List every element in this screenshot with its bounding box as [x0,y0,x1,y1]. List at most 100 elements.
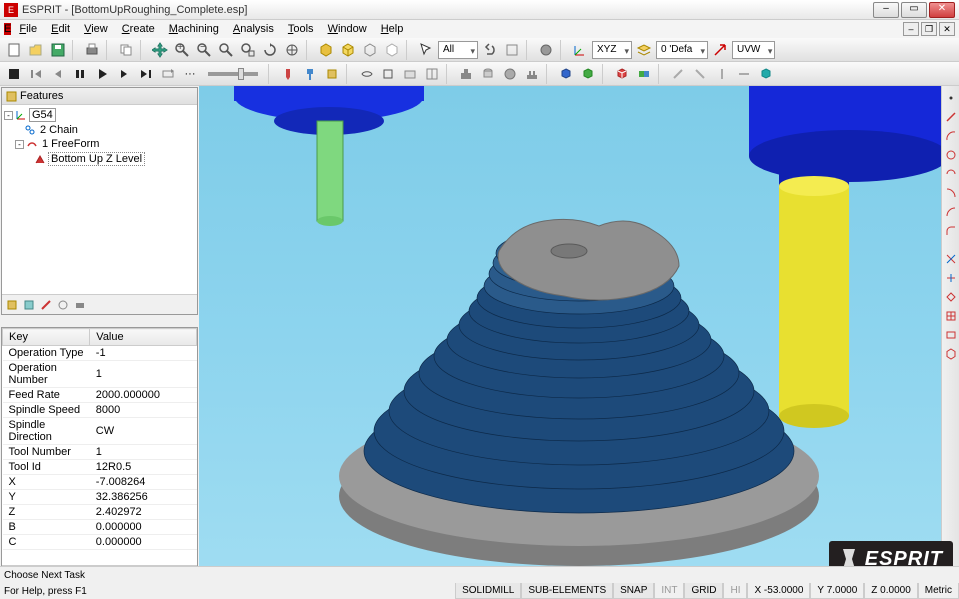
arc4-icon[interactable] [943,204,959,220]
maximize-button[interactable]: ▭ [901,2,927,18]
prop-row[interactable]: Spindle Speed8000 [3,403,197,418]
loop-button[interactable] [158,64,178,84]
prop-row[interactable]: C0.000000 [3,535,197,550]
status-mode[interactable]: SOLIDMILL [455,583,521,599]
arc2-icon[interactable] [943,166,959,182]
copy-button[interactable] [116,40,136,60]
arrow-grey2-icon[interactable] [690,64,710,84]
status-int[interactable]: INT [654,583,684,599]
uvw-select[interactable]: UVW [732,41,775,59]
speed-slider[interactable] [238,68,244,80]
tree-freeform[interactable]: - 1 FreeForm [4,137,195,151]
save-button[interactable] [48,40,68,60]
view1-icon[interactable] [356,64,376,84]
cube-teal-icon[interactable] [756,64,776,84]
next-button[interactable] [114,64,134,84]
shaded-button[interactable] [316,40,336,60]
undo-button[interactable] [480,40,500,60]
pan-button[interactable] [150,40,170,60]
hidden-button[interactable] [360,40,380,60]
hex-icon[interactable] [943,346,959,362]
arrow-grey4-icon[interactable] [734,64,754,84]
menu-tools[interactable]: Tools [282,22,320,36]
stop-button[interactable] [4,64,24,84]
cube-green-icon[interactable] [578,64,598,84]
part-icon[interactable] [500,64,520,84]
col-value[interactable]: Value [90,329,197,346]
status-units[interactable]: Metric [918,583,959,599]
holder-icon[interactable] [300,64,320,84]
machine-icon[interactable] [456,64,476,84]
zoom-in-button[interactable]: + [172,40,192,60]
cube-blue-icon[interactable] [556,64,576,84]
tree-root-g54[interactable]: - G54 [4,107,195,123]
menu-window[interactable]: Window [322,22,373,36]
arrow-grey3-icon[interactable] [712,64,732,84]
line-icon[interactable] [943,109,959,125]
fillet-icon[interactable] [943,223,959,239]
prop-row[interactable]: Y32.386256 [3,490,197,505]
mdi-app-icon[interactable]: E [4,23,11,35]
tree-toggle[interactable]: - [4,111,13,120]
status-hi[interactable]: HI [723,583,747,599]
feat-btn-1[interactable] [4,297,20,313]
axis-icon[interactable] [570,40,590,60]
menu-create[interactable]: Create [116,22,161,36]
menu-edit[interactable]: Edit [45,22,76,36]
extend-icon[interactable] [943,270,959,286]
first-button[interactable] [26,64,46,84]
prop-row[interactable]: Tool Number1 [3,445,197,460]
feat-btn-3[interactable] [38,297,54,313]
prop-row[interactable]: X-7.008264 [3,475,197,490]
stock-icon[interactable] [322,64,342,84]
zoom-window-button[interactable] [216,40,236,60]
prop-row[interactable]: Feed Rate2000.000000 [3,388,197,403]
last-button[interactable] [136,64,156,84]
prop-row[interactable]: B0.000000 [3,520,197,535]
prop-row[interactable]: Operation Type-1 [3,346,197,361]
rect-icon[interactable] [943,327,959,343]
properties-grid[interactable]: Key Value Operation Type-1 Operation Num… [2,328,197,565]
grid-icon[interactable] [943,308,959,324]
zoom-fit-button[interactable] [238,40,258,60]
view4-icon[interactable] [422,64,442,84]
status-snap[interactable]: SNAP [613,583,654,599]
status-grid[interactable]: GRID [684,583,723,599]
arrow-grey1-icon[interactable] [668,64,688,84]
mdi-restore-button[interactable]: ❐ [921,22,937,36]
col-key[interactable]: Key [3,329,90,346]
fixture-icon[interactable] [522,64,542,84]
zoom-out-button[interactable]: − [194,40,214,60]
feat-btn-2[interactable] [21,297,37,313]
wireframe-button[interactable] [338,40,358,60]
tree-chain[interactable]: 2 Chain [4,123,195,137]
select-button[interactable] [416,40,436,60]
trim-icon[interactable] [943,251,959,267]
tree-operation-selected[interactable]: Bottom Up Z Level [4,151,195,167]
print-button[interactable] [82,40,102,60]
new-button[interactable] [4,40,24,60]
arrow-icon[interactable] [710,40,730,60]
arc-icon[interactable] [943,128,959,144]
close-button[interactable]: ✕ [929,2,955,18]
speed-button[interactable]: ··· [180,64,200,84]
prop-row[interactable]: Operation Number1 [3,361,197,388]
minimize-button[interactable]: – [873,2,899,18]
orbit-button[interactable] [282,40,302,60]
feature-tree[interactable]: - G54 2 Chain - 1 FreeForm [2,105,197,294]
cube-multi-icon[interactable] [612,64,632,84]
prop-row[interactable]: Tool Id12R0.5 [3,460,197,475]
view3-icon[interactable] [400,64,420,84]
play-button[interactable] [92,64,112,84]
compare-icon[interactable] [634,64,654,84]
layer-select[interactable]: 0 'Defa [656,41,708,59]
tree-toggle[interactable]: - [15,140,24,149]
menu-view[interactable]: View [78,22,114,36]
point-icon[interactable] [943,90,959,106]
mdi-minimize-button[interactable]: – [903,22,919,36]
redo-button[interactable] [502,40,522,60]
menu-help[interactable]: Help [375,22,410,36]
rotate-button[interactable] [260,40,280,60]
status-sub[interactable]: SUB-ELEMENTS [521,583,613,599]
open-button[interactable] [26,40,46,60]
